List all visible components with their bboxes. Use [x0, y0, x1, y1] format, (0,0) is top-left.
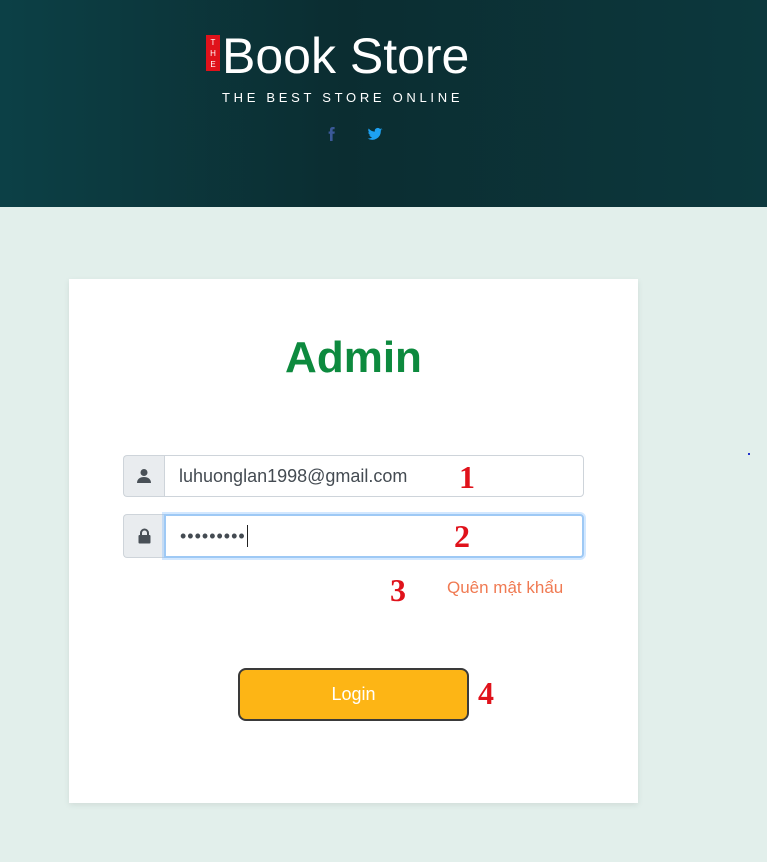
- password-field[interactable]: •••••••••: [164, 514, 584, 558]
- logo-badge: T H E: [206, 35, 220, 71]
- site-header: T H E Book Store THE BEST STORE ONLINE: [0, 0, 767, 207]
- login-button[interactable]: Login: [238, 668, 469, 721]
- twitter-icon[interactable]: [367, 126, 383, 142]
- site-tagline: THE BEST STORE ONLINE: [222, 90, 464, 105]
- email-field[interactable]: luhuonglan1998@gmail.com: [164, 455, 584, 497]
- stray-dot: [748, 453, 750, 455]
- annotation-1: 1: [459, 459, 475, 495]
- login-card: Admin luhuonglan1998@gmail.com 1 •••••••…: [69, 279, 638, 803]
- logo-title: Book Store: [222, 28, 470, 84]
- text-caret: [246, 525, 248, 547]
- user-icon: [123, 455, 164, 497]
- annotation-4: 4: [478, 675, 494, 711]
- annotation-2: 2: [454, 518, 470, 554]
- lock-icon: [123, 514, 164, 558]
- annotation-3: 3: [390, 572, 406, 608]
- password-value: •••••••••: [180, 525, 246, 546]
- forgot-password-link[interactable]: Quên mật khẩu: [447, 578, 563, 598]
- facebook-icon[interactable]: [324, 126, 340, 142]
- password-input-group: •••••••••: [123, 514, 584, 558]
- page-title: Admin: [285, 333, 422, 382]
- email-input-group: luhuonglan1998@gmail.com: [123, 455, 584, 497]
